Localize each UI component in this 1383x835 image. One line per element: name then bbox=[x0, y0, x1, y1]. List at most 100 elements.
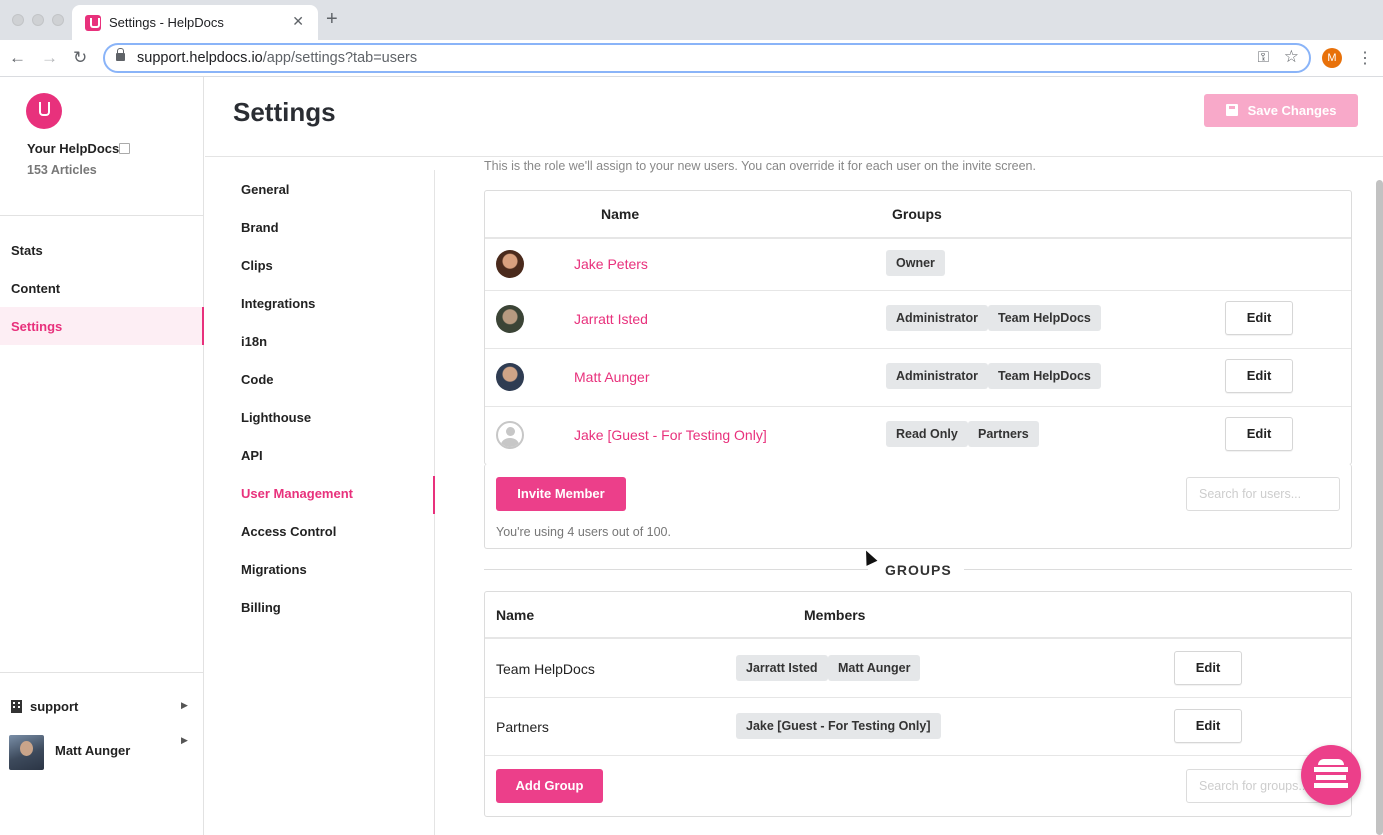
browser-tab-bar: Settings - HelpDocs ✕ + bbox=[0, 0, 1383, 40]
floppy-disk-icon bbox=[1225, 104, 1238, 116]
add-group-button[interactable]: Add Group bbox=[496, 769, 603, 803]
org-caret-icon[interactable]: ▶ bbox=[181, 700, 188, 711]
reload-icon[interactable]: ↻ bbox=[73, 48, 87, 68]
group-tag: Team HelpDocs bbox=[988, 305, 1101, 331]
settings-nav-i18n[interactable]: i18n bbox=[241, 334, 267, 349]
helpdocs-logo-icon[interactable] bbox=[26, 93, 62, 129]
user-name[interactable]: Matt Aunger bbox=[55, 743, 130, 758]
column-header-name: Name bbox=[496, 607, 535, 623]
key-icon[interactable]: ⚿ bbox=[1258, 49, 1269, 66]
tab-title: Settings - HelpDocs bbox=[109, 15, 224, 30]
table-header-divider bbox=[485, 237, 1351, 239]
user-avatar bbox=[496, 363, 524, 391]
settings-nav-lighthouse[interactable]: Lighthouse bbox=[241, 410, 311, 425]
group-name: Partners bbox=[496, 719, 549, 735]
member-tag: Jake [Guest - For Testing Only] bbox=[736, 713, 941, 739]
group-tag: Read Only bbox=[886, 421, 968, 447]
column-header-name: Name bbox=[601, 206, 640, 222]
groups-section-title: GROUPS bbox=[885, 562, 952, 578]
close-tab-icon[interactable]: ✕ bbox=[292, 13, 304, 30]
settings-nav-code[interactable]: Code bbox=[241, 372, 274, 387]
user-name-link[interactable]: Jake Peters bbox=[574, 256, 648, 272]
edit-user-button[interactable]: Edit bbox=[1225, 359, 1293, 393]
edit-group-button[interactable]: Edit bbox=[1174, 651, 1242, 685]
sidebar-item-settings[interactable]: Settings bbox=[0, 307, 204, 345]
page-scrollbar[interactable] bbox=[1376, 180, 1383, 835]
org-name: support bbox=[30, 699, 79, 714]
lighthouse-icon bbox=[1318, 759, 1344, 765]
sidebar-footer-divider bbox=[0, 672, 204, 673]
settings-nav-integrations[interactable]: Integrations bbox=[241, 296, 315, 311]
edit-user-button[interactable]: Edit bbox=[1225, 417, 1293, 451]
row-divider bbox=[485, 406, 1351, 407]
user-name-link[interactable]: Jarratt Isted bbox=[574, 311, 648, 327]
browser-tab[interactable]: Settings - HelpDocs ✕ bbox=[72, 5, 318, 40]
group-tag: Team HelpDocs bbox=[988, 363, 1101, 389]
article-count: 153 Articles bbox=[27, 163, 97, 177]
group-name: Team HelpDocs bbox=[496, 661, 595, 677]
minimize-window-icon[interactable] bbox=[32, 14, 44, 26]
groups-divider bbox=[964, 569, 1352, 570]
member-tag: Jarratt Isted bbox=[736, 655, 828, 681]
external-link-icon[interactable] bbox=[119, 143, 130, 154]
group-tag: Owner bbox=[886, 250, 945, 276]
bookmark-star-icon[interactable]: ☆ bbox=[1284, 47, 1299, 67]
site-name[interactable]: Your HelpDocs bbox=[27, 141, 119, 156]
save-label: Save Changes bbox=[1247, 103, 1337, 118]
user-caret-icon[interactable]: ▶ bbox=[181, 735, 188, 746]
user-usage-text: You're using 4 users out of 100. bbox=[496, 525, 671, 539]
address-bar-row: ← → ↻ support.helpdocs.io/app/settings?t… bbox=[0, 40, 1383, 77]
users-table: Name Groups Jake Peters Owner Jarratt Is… bbox=[484, 190, 1352, 465]
sidebar-item-stats[interactable]: Stats bbox=[0, 231, 204, 269]
row-divider bbox=[485, 290, 1351, 291]
new-tab-icon[interactable]: + bbox=[326, 9, 338, 29]
settings-nav-billing[interactable]: Billing bbox=[241, 600, 281, 615]
settings-nav-access-control[interactable]: Access Control bbox=[241, 524, 336, 539]
settings-nav-clips[interactable]: Clips bbox=[241, 258, 273, 273]
invite-member-button[interactable]: Invite Member bbox=[496, 477, 626, 511]
profile-avatar[interactable]: M bbox=[1322, 48, 1342, 68]
edit-user-button[interactable]: Edit bbox=[1225, 301, 1293, 335]
row-divider bbox=[485, 348, 1351, 349]
settings-nav-user-management[interactable]: User Management bbox=[241, 486, 353, 501]
groups-table: Name Members Team HelpDocs Jarratt Isted… bbox=[484, 591, 1352, 817]
user-avatar bbox=[496, 250, 524, 278]
browser-menu-icon[interactable]: ⋮ bbox=[1357, 48, 1373, 68]
user-name-link[interactable]: Matt Aunger bbox=[574, 369, 650, 385]
group-tag: Administrator bbox=[886, 305, 988, 331]
settings-nav-api[interactable]: API bbox=[241, 448, 263, 463]
user-name-link[interactable]: Jake [Guest - For Testing Only] bbox=[574, 427, 767, 443]
table-header-divider bbox=[485, 637, 1351, 639]
close-window-icon[interactable] bbox=[12, 14, 24, 26]
user-avatar bbox=[496, 305, 524, 333]
org-switcher[interactable]: support bbox=[11, 699, 78, 714]
lighthouse-icon-part bbox=[1314, 767, 1348, 772]
settings-nav-general[interactable]: General bbox=[241, 182, 289, 197]
active-nav-indicator bbox=[433, 476, 435, 514]
default-role-hint: This is the role we'll assign to your ne… bbox=[484, 159, 1036, 173]
url-field[interactable]: support.helpdocs.io/app/settings?tab=use… bbox=[103, 43, 1311, 73]
group-tag: Administrator bbox=[886, 363, 988, 389]
lighthouse-widget-button[interactable] bbox=[1301, 745, 1361, 805]
maximize-window-icon[interactable] bbox=[52, 14, 64, 26]
groups-divider bbox=[484, 569, 868, 570]
users-footer: Invite Member You're using 4 users out o… bbox=[484, 464, 1352, 549]
lock-icon bbox=[116, 48, 125, 61]
settings-nav-brand[interactable]: Brand bbox=[241, 220, 279, 235]
default-avatar-icon bbox=[496, 421, 524, 449]
search-users-input[interactable] bbox=[1186, 477, 1340, 511]
save-changes-button[interactable]: Save Changes bbox=[1204, 94, 1358, 127]
member-tag: Matt Aunger bbox=[828, 655, 921, 681]
forward-icon[interactable]: → bbox=[41, 48, 58, 68]
user-management-panel: This is the role we'll assign to your ne… bbox=[484, 157, 1352, 835]
lighthouse-icon-part bbox=[1314, 783, 1348, 788]
user-avatar[interactable] bbox=[9, 735, 44, 770]
url-text: support.helpdocs.io/app/settings?tab=use… bbox=[137, 50, 418, 66]
sidebar-divider bbox=[0, 215, 204, 216]
group-tag: Partners bbox=[968, 421, 1039, 447]
sidebar-item-content[interactable]: Content bbox=[0, 269, 204, 307]
back-icon[interactable]: ← bbox=[9, 48, 26, 68]
edit-group-button[interactable]: Edit bbox=[1174, 709, 1242, 743]
settings-nav-migrations[interactable]: Migrations bbox=[241, 562, 307, 577]
helpdocs-favicon-icon bbox=[85, 15, 101, 31]
